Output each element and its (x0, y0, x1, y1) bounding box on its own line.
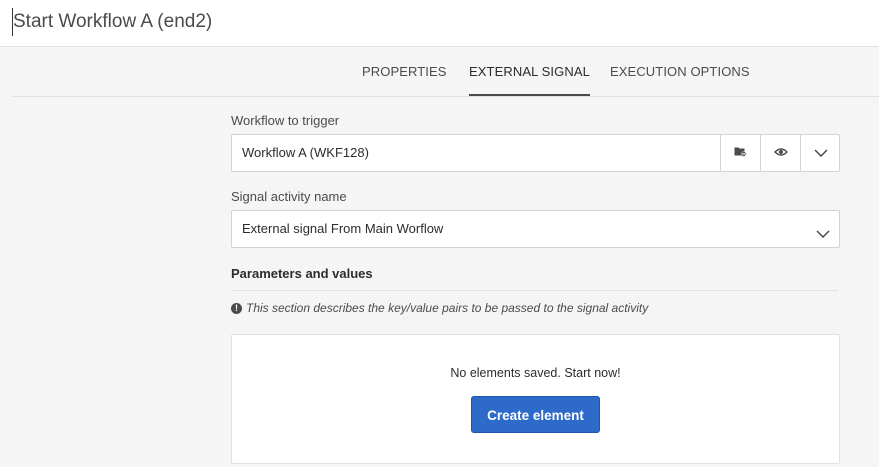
title-bar: Start Workflow A (end2) (0, 0, 879, 47)
workflow-to-trigger-label: Workflow to trigger (231, 113, 340, 128)
create-element-button[interactable]: Create element (471, 396, 600, 433)
parameters-panel: No elements saved. Start now! Create ele… (231, 334, 840, 464)
workflow-title-input[interactable]: Start Workflow A (end2) (12, 8, 212, 36)
eye-icon (773, 144, 788, 162)
parameters-info: ! This section describes the key/value p… (231, 301, 648, 315)
workflow-to-trigger-field[interactable]: Workflow A (WKF128) (231, 134, 840, 172)
chevron-down-icon (816, 225, 830, 243)
workflow-to-trigger-value: Workflow A (WKF128) (242, 145, 369, 160)
signal-activity-value: External signal From Main Worflow (242, 221, 444, 236)
parameters-section-title: Parameters and values (231, 266, 373, 281)
browse-folder-button[interactable] (720, 135, 760, 171)
signal-activity-select[interactable]: External signal From Main Worflow (231, 210, 840, 248)
tab-external-signal[interactable]: EXTERNAL SIGNAL (469, 47, 590, 96)
workflow-dropdown-button[interactable] (800, 135, 840, 171)
signal-activity-label: Signal activity name (231, 189, 347, 204)
empty-state-text: No elements saved. Start now! (450, 366, 621, 380)
info-icon: ! (231, 302, 242, 314)
tab-properties[interactable]: PROPERTIES (362, 47, 447, 96)
tab-bar: PROPERTIES EXTERNAL SIGNAL EXECUTION OPT… (12, 47, 879, 97)
folder-icon (734, 144, 747, 162)
parameters-info-text: This section describes the key/value pai… (246, 301, 649, 315)
tab-execution-options[interactable]: EXECUTION OPTIONS (610, 47, 750, 96)
section-divider (231, 290, 838, 291)
preview-button[interactable] (760, 135, 800, 171)
chevron-down-icon (813, 144, 828, 162)
